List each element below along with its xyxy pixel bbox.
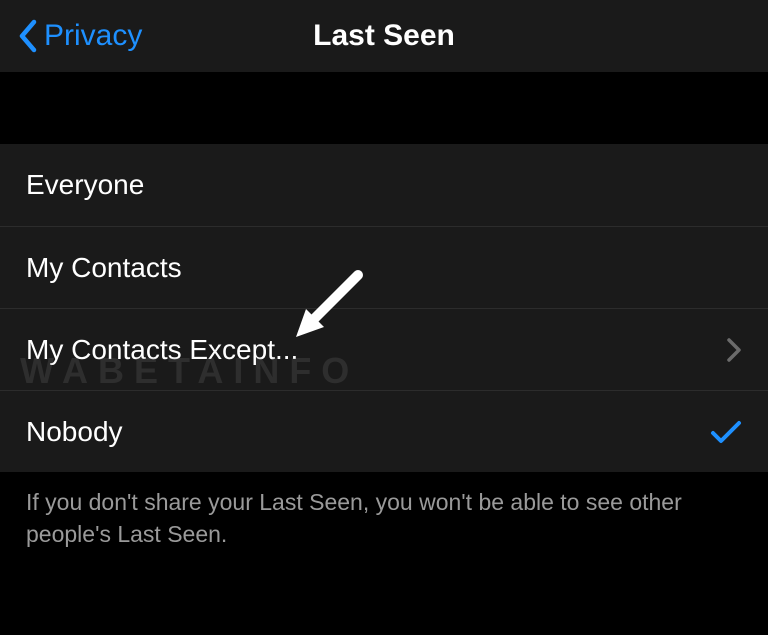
back-label: Privacy: [44, 19, 142, 53]
checkmark-icon: [710, 419, 742, 445]
spacer: [0, 72, 768, 144]
option-label: My Contacts Except...: [26, 334, 298, 366]
chevron-right-icon: [726, 337, 742, 363]
options-list: Everyone My Contacts My Contacts Except.…: [0, 144, 768, 472]
back-button[interactable]: Privacy: [18, 19, 142, 53]
option-my-contacts[interactable]: My Contacts: [0, 226, 768, 308]
option-label: Everyone: [26, 169, 144, 201]
option-label: Nobody: [26, 416, 123, 448]
option-everyone[interactable]: Everyone: [0, 144, 768, 226]
option-nobody[interactable]: Nobody: [0, 390, 768, 472]
option-my-contacts-except[interactable]: My Contacts Except...: [0, 308, 768, 390]
nav-bar: Privacy Last Seen: [0, 0, 768, 72]
footer-text: If you don't share your Last Seen, you w…: [0, 472, 768, 564]
option-label: My Contacts: [26, 252, 182, 284]
chevron-left-icon: [18, 19, 38, 53]
page-title: Last Seen: [313, 19, 455, 53]
